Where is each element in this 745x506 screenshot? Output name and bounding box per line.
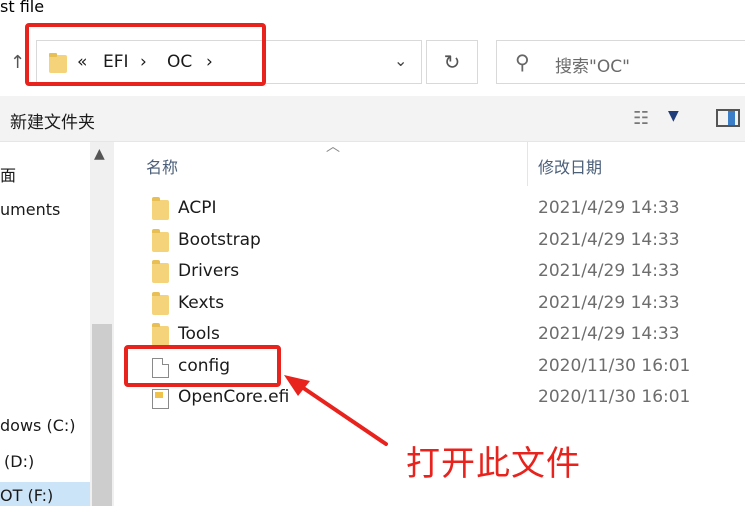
annotation-text: 打开此文件: [406, 444, 581, 484]
annotation-arrow-icon: [284, 375, 388, 446]
